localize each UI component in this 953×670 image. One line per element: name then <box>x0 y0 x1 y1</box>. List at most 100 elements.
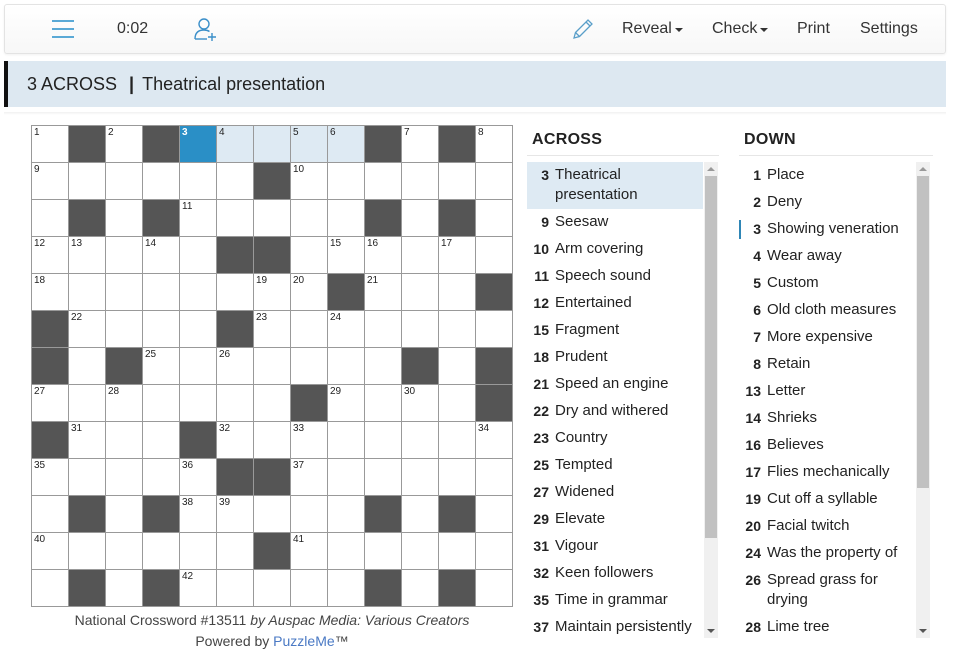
grid-cell[interactable]: 24 <box>328 311 365 348</box>
grid-cell[interactable] <box>217 274 254 311</box>
down-scrollbar[interactable] <box>916 162 930 638</box>
grid-cell[interactable] <box>365 311 402 348</box>
across-clue-item[interactable]: 12 Entertained <box>527 290 703 317</box>
grid-cell[interactable]: 19 <box>254 274 291 311</box>
grid-cell[interactable] <box>365 422 402 459</box>
grid-cell[interactable] <box>254 385 291 422</box>
reveal-dropdown[interactable]: Reveal <box>622 5 683 53</box>
across-clue-item[interactable]: 22 Dry and withered <box>527 398 703 425</box>
down-clue-item[interactable]: 4 Wear away <box>739 243 915 270</box>
down-clue-item[interactable]: 3 Showing veneration <box>739 216 915 243</box>
grid-cell[interactable] <box>254 496 291 533</box>
across-clue-item[interactable]: 37 Maintain persistently <box>527 614 703 638</box>
grid-cell[interactable] <box>439 311 476 348</box>
grid-cell[interactable] <box>143 311 180 348</box>
grid-cell[interactable] <box>106 533 143 570</box>
grid-cell[interactable] <box>476 311 513 348</box>
grid-cell[interactable] <box>143 533 180 570</box>
grid-cell[interactable] <box>217 570 254 607</box>
grid-cell[interactable] <box>402 422 439 459</box>
down-clue-item[interactable]: 28 Lime tree <box>739 614 915 638</box>
across-clue-item[interactable]: 29 Elevate <box>527 506 703 533</box>
crossword-grid[interactable]: 1 2 3 4 5 6 7 8 9 10 11 12 13 14 15 16 17 18 19 20 21 22 23 24 2… <box>31 125 513 607</box>
scrollbar-thumb[interactable] <box>917 176 929 488</box>
grid-cell[interactable]: 20 <box>291 274 328 311</box>
grid-cell[interactable]: 39 <box>217 496 254 533</box>
grid-cell[interactable] <box>328 163 365 200</box>
grid-cell[interactable] <box>69 274 106 311</box>
grid-cell[interactable] <box>402 237 439 274</box>
grid-cell[interactable]: 32 <box>217 422 254 459</box>
down-clue-item[interactable]: 20 Facial twitch <box>739 513 915 540</box>
grid-cell[interactable] <box>291 570 328 607</box>
grid-cell[interactable]: 16 <box>365 237 402 274</box>
grid-cell[interactable] <box>106 163 143 200</box>
grid-cell[interactable]: 14 <box>143 237 180 274</box>
grid-cell[interactable]: 36 <box>180 459 217 496</box>
print-button[interactable]: Print <box>797 5 830 53</box>
grid-cell[interactable] <box>402 496 439 533</box>
down-clue-item[interactable]: 19 Cut off a syllable <box>739 486 915 513</box>
grid-cell[interactable] <box>402 163 439 200</box>
grid-cell[interactable] <box>106 274 143 311</box>
across-clue-item[interactable]: 32 Keen followers <box>527 560 703 587</box>
scroll-up-icon[interactable] <box>919 167 927 171</box>
grid-cell[interactable]: 11 <box>180 200 217 237</box>
grid-cell[interactable] <box>476 533 513 570</box>
down-clue-item[interactable]: 1 Place <box>739 162 915 189</box>
check-dropdown[interactable]: Check <box>712 5 769 53</box>
across-clue-item[interactable]: 25 Tempted <box>527 452 703 479</box>
grid-cell[interactable] <box>328 570 365 607</box>
across-clue-item[interactable]: 18 Prudent <box>527 344 703 371</box>
grid-cell[interactable] <box>402 311 439 348</box>
grid-cell[interactable] <box>32 200 69 237</box>
across-clue-item[interactable]: 31 Vigour <box>527 533 703 560</box>
grid-cell[interactable] <box>143 459 180 496</box>
grid-cell[interactable] <box>217 385 254 422</box>
grid-cell[interactable] <box>476 459 513 496</box>
grid-cell[interactable] <box>365 459 402 496</box>
down-clue-item[interactable]: 8 Retain <box>739 351 915 378</box>
grid-cell[interactable]: 22 <box>69 311 106 348</box>
grid-cell[interactable] <box>402 570 439 607</box>
grid-cell[interactable] <box>291 348 328 385</box>
grid-cell[interactable]: 41 <box>291 533 328 570</box>
grid-cell[interactable] <box>439 348 476 385</box>
grid-cell[interactable] <box>439 163 476 200</box>
grid-cell[interactable]: 7 <box>402 126 439 163</box>
grid-cell[interactable] <box>180 163 217 200</box>
grid-cell[interactable] <box>32 496 69 533</box>
grid-cell[interactable] <box>439 459 476 496</box>
grid-cell[interactable] <box>476 200 513 237</box>
down-clue-item[interactable]: 6 Old cloth measures <box>739 297 915 324</box>
grid-cell[interactable]: 26 <box>217 348 254 385</box>
grid-cell[interactable] <box>328 422 365 459</box>
grid-cell[interactable] <box>106 496 143 533</box>
grid-cell[interactable] <box>254 126 291 163</box>
down-clue-item[interactable]: 16 Believes <box>739 432 915 459</box>
add-user-button[interactable] <box>193 5 219 53</box>
grid-cell[interactable] <box>402 533 439 570</box>
across-clue-item[interactable]: 21 Speed an engine <box>527 371 703 398</box>
grid-cell[interactable] <box>291 237 328 274</box>
grid-cell[interactable] <box>143 163 180 200</box>
grid-cell[interactable]: 27 <box>32 385 69 422</box>
grid-cell[interactable] <box>328 496 365 533</box>
grid-cell[interactable] <box>32 570 69 607</box>
grid-cell[interactable] <box>180 348 217 385</box>
grid-cell[interactable]: 4 <box>217 126 254 163</box>
down-clue-item[interactable]: 7 More expensive <box>739 324 915 351</box>
across-clue-item[interactable]: 9 Seesaw <box>527 209 703 236</box>
grid-cell[interactable] <box>217 533 254 570</box>
grid-cell[interactable] <box>143 385 180 422</box>
grid-cell[interactable]: 42 <box>180 570 217 607</box>
grid-cell[interactable] <box>328 348 365 385</box>
grid-cell[interactable]: 35 <box>32 459 69 496</box>
scroll-down-icon[interactable] <box>919 629 927 633</box>
grid-cell[interactable] <box>143 274 180 311</box>
grid-cell[interactable] <box>180 533 217 570</box>
grid-cell[interactable] <box>106 459 143 496</box>
across-clue-item[interactable]: 10 Arm covering <box>527 236 703 263</box>
grid-cell[interactable] <box>217 200 254 237</box>
grid-cell[interactable] <box>254 422 291 459</box>
